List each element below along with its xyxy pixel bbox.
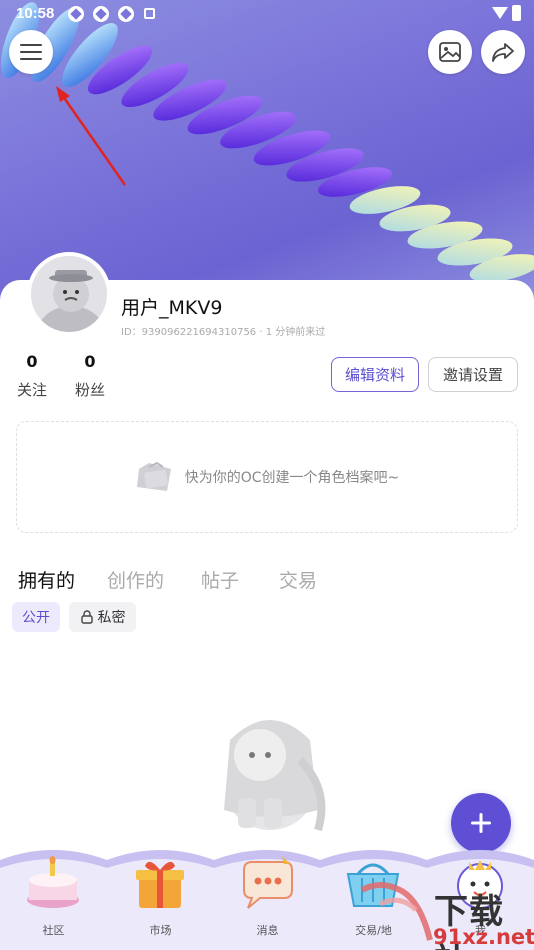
lock-icon — [80, 610, 93, 624]
create-button[interactable] — [451, 793, 511, 853]
status-bar: 10:58 — [0, 0, 534, 28]
followers-label[interactable]: 粉丝 — [70, 379, 110, 400]
tab-posts[interactable]: 帖子 — [201, 566, 239, 593]
tab-trades[interactable]: 交易 — [279, 566, 317, 593]
battery-icon — [512, 5, 521, 21]
plus-icon — [471, 813, 491, 833]
folder-icon — [136, 461, 171, 491]
menu-button[interactable] — [9, 30, 53, 74]
tab-created[interactable]: 创作的 — [107, 566, 164, 593]
share-icon — [492, 43, 514, 62]
share-button[interactable] — [481, 30, 525, 74]
cake-icon — [27, 856, 79, 908]
status-time: 10:58 — [16, 5, 55, 22]
following-count[interactable]: 0 — [12, 352, 52, 371]
sync-icon — [93, 6, 109, 22]
following-label[interactable]: 关注 — [12, 379, 52, 400]
avatar[interactable] — [27, 252, 111, 336]
watermark-site: 91xz.net — [433, 925, 534, 949]
filter-public[interactable]: 公开 — [12, 602, 60, 632]
username: 用户_MKV9 — [121, 297, 223, 319]
image-icon — [439, 42, 461, 62]
annotation-arrow-icon — [56, 86, 127, 186]
nav-community-label: 社区 — [42, 924, 65, 937]
filter-private-label: 私密 — [97, 610, 126, 626]
nav-market-label: 市场 — [149, 924, 172, 937]
create-oc-prompt: 快为你的OC创建一个角色档案吧~ — [184, 470, 400, 486]
menu-icon — [20, 44, 42, 60]
change-background-button[interactable] — [428, 30, 472, 74]
sync-icon — [118, 6, 134, 22]
filter-private[interactable]: 私密 — [69, 602, 136, 632]
chat-bubble-icon — [243, 856, 293, 909]
nav-messages[interactable]: 消息 — [214, 846, 321, 950]
edit-profile-button[interactable]: 编辑资料 — [331, 357, 419, 392]
empty-state-illustration — [224, 720, 326, 832]
invite-settings-button[interactable]: 邀请设置 — [428, 357, 518, 392]
create-oc-card[interactable]: 快为你的OC创建一个角色档案吧~ — [16, 421, 518, 533]
nav-market[interactable]: 市场 — [107, 846, 214, 950]
avatar-icon — [31, 256, 107, 332]
wifi-icon — [492, 7, 508, 19]
tab-owned[interactable]: 拥有的 — [18, 566, 75, 593]
nav-community[interactable]: 社区 — [0, 846, 107, 950]
gift-icon — [136, 861, 184, 908]
a-icon — [144, 8, 155, 19]
user-id: ID：939096221694310756 · 1 分钟前来过 — [121, 327, 326, 338]
nav-messages-label: 消息 — [256, 924, 279, 937]
followers-count[interactable]: 0 — [70, 352, 110, 371]
sync-icon — [68, 6, 84, 22]
